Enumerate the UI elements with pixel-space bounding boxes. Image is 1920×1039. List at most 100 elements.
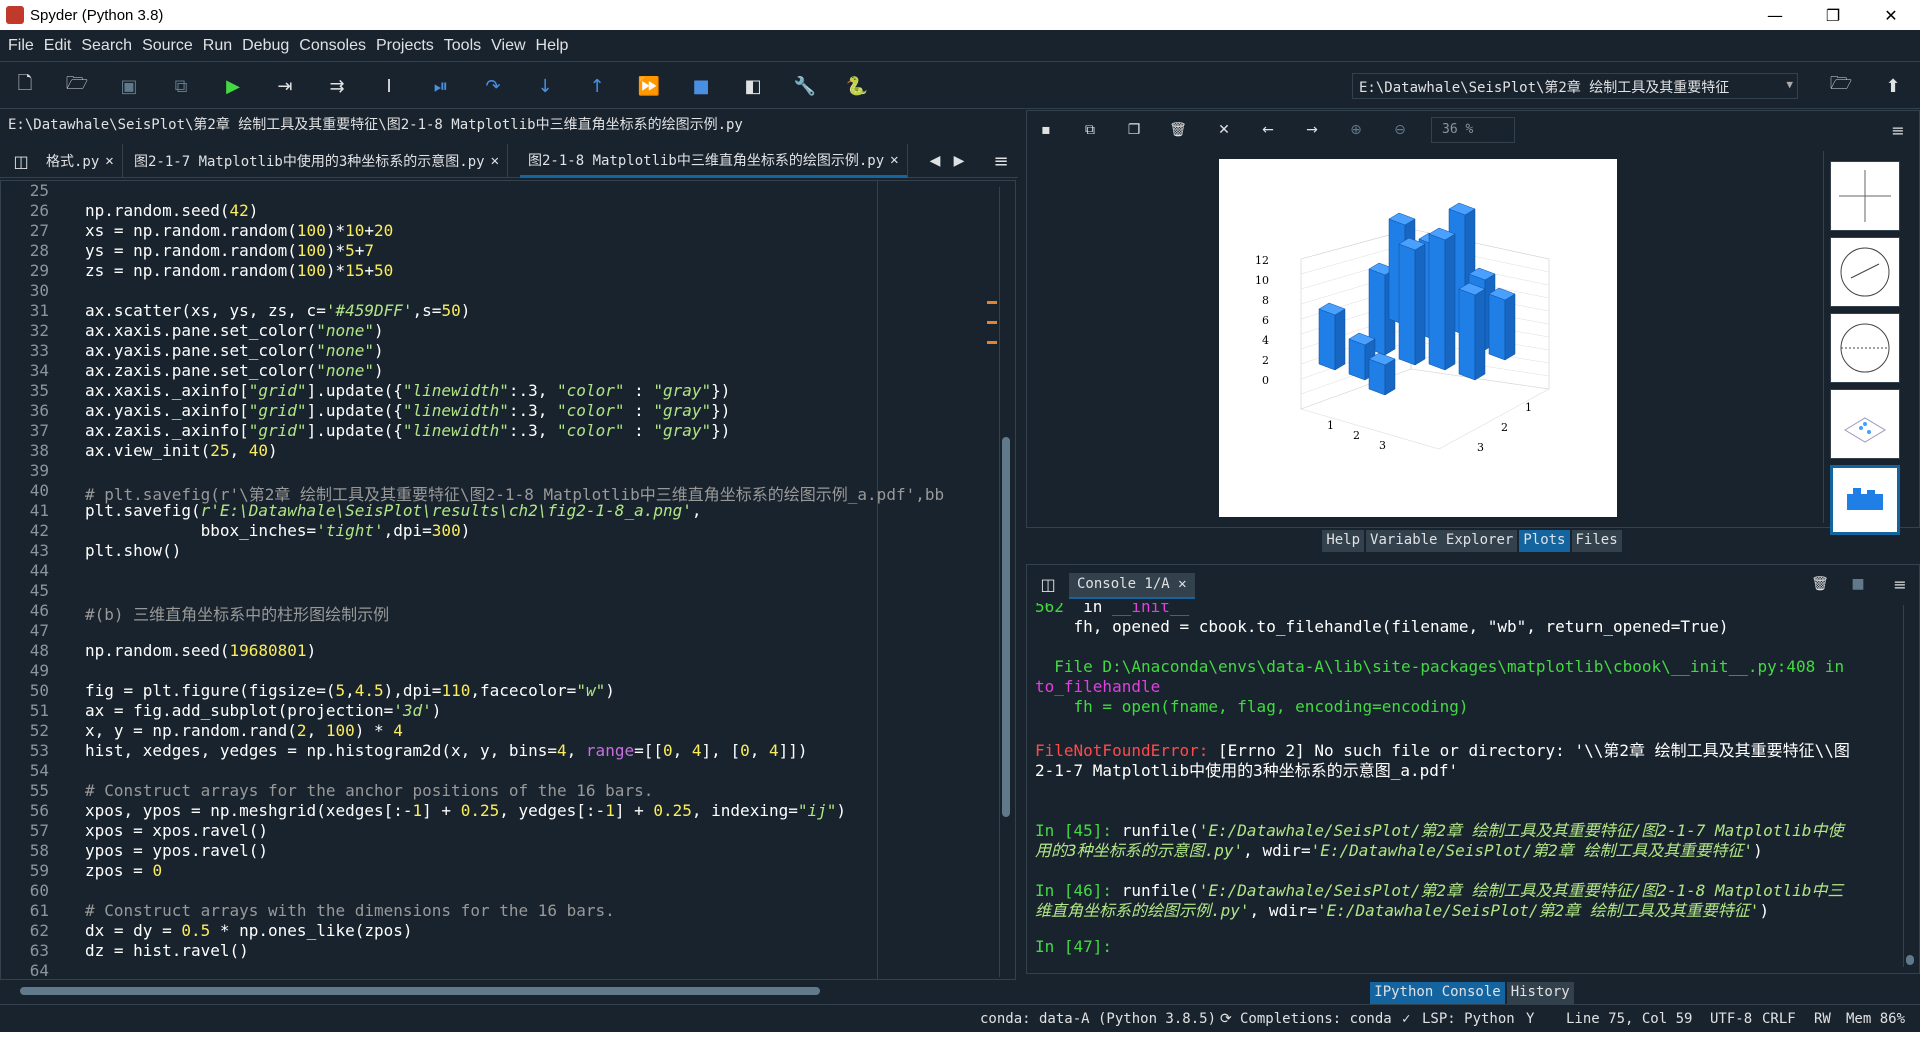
code-line[interactable]: np.random.seed(19680801) [85,641,316,660]
menu-help[interactable]: Help [532,37,573,55]
code-line[interactable]: plt.savefig(r'E:\Datawhale\SeisPlot\resu… [85,501,702,520]
remove-all-plots-icon[interactable]: ✕ [1213,119,1235,141]
scroll-tabs-right-icon[interactable]: ▶ [946,148,972,174]
warning-marker[interactable] [987,341,997,344]
code-line[interactable]: #(b) 三维直角坐标系中的柱形图绘制示例 [85,601,389,625]
stop-icon[interactable]: ■ [688,73,714,99]
console-vertical-scrollbar[interactable] [1903,605,1915,967]
run-cell-advance-icon[interactable]: ⇉ [324,73,350,99]
warning-marker[interactable] [987,321,997,324]
close-console-icon[interactable]: ✕ [1178,576,1186,592]
warning-marker[interactable] [987,301,997,304]
tab-help[interactable]: Help [1322,530,1365,552]
console-options-menu-icon[interactable]: ≡ [1889,573,1911,595]
browse-folder-icon[interactable]: 🗁 [1828,73,1854,99]
menu-source[interactable]: Source [138,37,197,55]
remove-plot-icon[interactable]: 🗑 [1167,119,1189,141]
scrollbar-thumb[interactable] [1002,437,1010,817]
browse-consoles-icon[interactable]: ◫ [1037,573,1059,595]
code-line[interactable]: fig = plt.figure(figsize=(5,4.5),dpi=110… [85,681,615,700]
parent-directory-icon[interactable]: ⬆ [1880,73,1906,99]
code-line[interactable]: ax.xaxis._axinfo["grid"].update({"linewi… [85,381,730,400]
status-completions[interactable]: Completions: conda [1240,1011,1392,1027]
tab-history[interactable]: History [1506,982,1574,1004]
open-file-icon[interactable]: 🗁 [64,73,90,99]
save-plot-icon[interactable]: ▪ [1035,119,1057,141]
menu-file[interactable]: File [4,37,38,55]
save-all-plots-icon[interactable]: ⧉ [1079,119,1101,141]
menu-projects[interactable]: Projects [372,37,438,55]
plot-thumbnail-selected[interactable] [1830,465,1900,535]
editor-options-menu-icon[interactable]: ≡ [988,148,1014,174]
preferences-wrench-icon[interactable]: 🔧 [792,73,818,99]
code-line[interactable]: # Construct arrays with the dimensions f… [85,901,615,920]
code-line[interactable]: ax.yaxis._axinfo["grid"].update({"linewi… [85,401,730,420]
code-line[interactable]: hist, xedges, yedges = np.histogram2d(x,… [85,741,808,760]
code-line[interactable]: xpos = xpos.ravel() [85,821,268,840]
code-line[interactable]: ys = np.random.random(100)*5+7 [85,241,374,260]
plot-figure[interactable]: 12 10 8 6 4 2 0 1 2 3 3 2 1 [1219,159,1617,517]
chevron-down-icon[interactable]: ▼ [1786,78,1793,91]
scroll-tabs-left-icon[interactable]: ◀ [922,148,948,174]
tab-ipython-console[interactable]: IPython Console [1370,982,1505,1004]
plot-thumbnail[interactable] [1830,313,1900,383]
run-selection-icon[interactable]: I [376,73,402,99]
plot-thumbnail[interactable] [1830,161,1900,231]
code-line[interactable]: xpos, ypos = np.meshgrid(xedges[:-1] + 0… [85,801,846,820]
step-over-icon[interactable]: ↷ [480,73,506,99]
code-line[interactable]: zpos = 0 [85,861,162,880]
code-line[interactable]: bbox_inches='tight',dpi=300) [85,521,471,540]
plot-thumbnail[interactable] [1830,237,1900,307]
scrollbar-thumb[interactable] [1906,955,1914,965]
continue-icon[interactable]: ⏩ [636,73,662,99]
close-button[interactable]: ✕ [1862,0,1920,30]
zoom-level[interactable]: 36 % [1431,117,1515,143]
editor-tab-fig2-1-8[interactable]: 图2-1-8 Matplotlib中三维直角坐标系的绘图示例.py ✕ [520,144,908,178]
code-line[interactable]: ax.scatter(xs, ys, zs, c='#459DFF',s=50) [85,301,470,320]
run-icon[interactable]: ▶ [220,73,246,99]
editor-vertical-scrollbar[interactable] [999,187,1011,977]
working-directory-combo[interactable]: E:\Datawhale\SeisPlot\第2章 绘制工具及其重要特征 ▼ [1352,73,1798,99]
status-conda-env[interactable]: conda: data-A (Python 3.8.5) [980,1011,1216,1027]
code-line[interactable]: dz = hist.ravel() [85,941,249,960]
console-output[interactable]: 562 in __init__ fh, opened = cbook.to_fi… [1035,603,1899,971]
code-line[interactable]: ax.zaxis.pane.set_color("none") [85,361,384,380]
copy-plot-icon[interactable]: ❐ [1123,119,1145,141]
code-line[interactable]: x, y = np.random.rand(2, 100) * 4 [85,721,403,740]
console-tab[interactable]: Console 1/A ✕ [1069,573,1195,599]
code-line[interactable]: # Construct arrays for the anchor positi… [85,781,653,800]
editor-tab-fig2-1-7[interactable]: 图2-1-7 Matplotlib中使用的3种坐标系的示意图.py ✕ [126,144,509,178]
code-line[interactable]: ax = fig.add_subplot(projection='3d') [85,701,441,720]
tab-files[interactable]: Files [1571,530,1622,552]
code-line[interactable]: np.random.seed(42) [85,201,258,220]
tab-plots[interactable]: Plots [1519,530,1570,552]
code-line[interactable]: xs = np.random.random(100)*10+20 [85,221,393,240]
code-text-area[interactable]: np.random.seed(42) xs = np.random.random(… [85,181,985,979]
step-into-icon[interactable]: ↓ [532,73,558,99]
code-line[interactable]: ypos = ypos.ravel() [85,841,268,860]
code-line[interactable]: plt.show() [85,541,181,560]
code-editor[interactable]: 25 26 27 28 29 30 31 32 33 34 35 36 37 3… [0,180,1016,980]
close-tab-icon[interactable]: ✕ [105,153,113,169]
editor-tab-format[interactable]: 格式.py ✕ [38,144,123,178]
debug-icon[interactable]: ⏯ [428,73,454,99]
menu-debug[interactable]: Debug [238,37,293,55]
code-line[interactable]: zs = np.random.random(100)*15+50 [85,261,393,280]
python-path-icon[interactable]: 🐍 [844,73,870,99]
code-line[interactable]: ax.xaxis.pane.set_color("none") [85,321,384,340]
maximize-button[interactable]: ❐ [1804,0,1862,30]
menu-edit[interactable]: Edit [40,37,76,55]
save-icon[interactable]: ▣ [116,73,142,99]
minimize-button[interactable]: — [1746,0,1804,30]
plots-options-menu-icon[interactable]: ≡ [1887,119,1909,141]
previous-plot-icon[interactable]: ← [1257,119,1279,141]
remove-variables-icon[interactable]: 🗑 [1809,573,1831,595]
status-lsp[interactable]: LSP: Python [1422,1011,1515,1027]
code-line[interactable]: ax.zaxis._axinfo["grid"].update({"linewi… [85,421,730,440]
zoom-in-icon[interactable]: ⊕ [1345,119,1367,141]
code-line[interactable]: ax.view_init(25, 40) [85,441,278,460]
code-line[interactable]: dx = dy = 0.5 * np.ones_like(zpos) [85,921,413,940]
code-line[interactable]: ax.yaxis.pane.set_color("none") [85,341,384,360]
new-file-icon[interactable]: 🗋 [12,73,38,99]
menu-consoles[interactable]: Consoles [295,37,370,55]
